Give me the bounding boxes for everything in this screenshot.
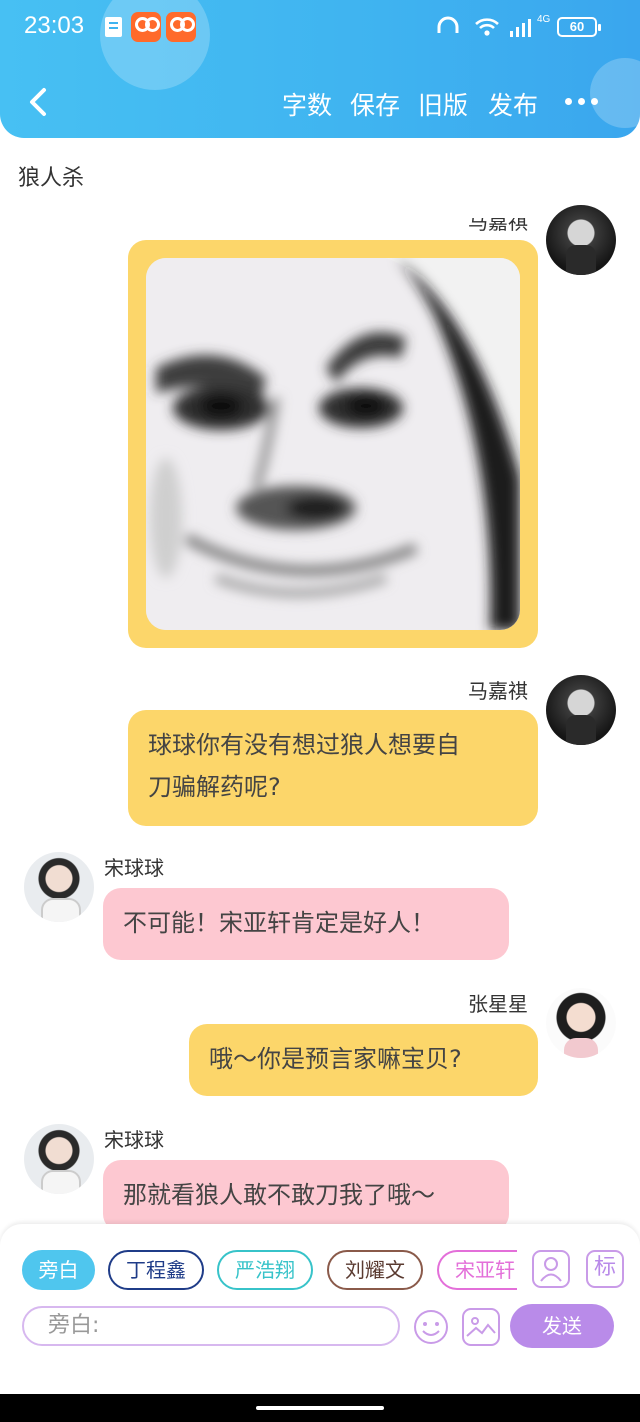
message-text: 哦～你是预言家嘛宝贝? xyxy=(209,1045,462,1073)
wifi-icon xyxy=(475,18,499,36)
speaker-name: 宋球球 xyxy=(104,1128,164,1152)
avatar[interactable] xyxy=(546,205,616,275)
image-icon[interactable] xyxy=(462,1308,500,1346)
page-title: 狼人杀 xyxy=(18,166,85,191)
home-indicator[interactable] xyxy=(256,1406,384,1410)
avatar[interactable] xyxy=(24,852,94,922)
character-chip[interactable]: 严浩翔 xyxy=(217,1250,313,1290)
avatar[interactable] xyxy=(24,1124,94,1194)
chat-bubble[interactable]: 不可能！宋亚轩肯定是好人！ xyxy=(103,888,509,960)
meme-image[interactable] xyxy=(146,258,520,630)
old-version-button[interactable]: 旧版 xyxy=(418,86,468,122)
chat-bubble[interactable]: 哦～你是预言家嘛宝贝? xyxy=(189,1024,538,1096)
headset-icon xyxy=(437,16,459,33)
chat-bubble[interactable]: 那就看狼人敢不敢刀我了哦～ xyxy=(103,1160,509,1232)
notes-icon xyxy=(105,17,122,37)
message-input[interactable]: 旁白: xyxy=(22,1306,400,1346)
back-chevron-icon[interactable] xyxy=(18,82,58,122)
network-type: 4G xyxy=(537,14,551,25)
avatar[interactable] xyxy=(546,988,616,1058)
composer-panel: 旁白 丁程鑫 严浩翔 刘耀文 宋亚轩 标 旁白: 发送 xyxy=(0,1224,640,1394)
send-button[interactable]: 发送 xyxy=(510,1304,614,1348)
status-bar: 23:03 4G 60 xyxy=(0,0,640,56)
kuaishou-app-icon xyxy=(131,12,161,42)
message-text-line: 球球你有没有想过狼人想要自 xyxy=(148,731,460,759)
message-text: 不可能！宋亚轩肯定是好人！ xyxy=(123,909,435,937)
character-chip[interactable]: 刘耀文 xyxy=(327,1250,423,1290)
kuaishou-app-icon xyxy=(166,12,196,42)
more-icon[interactable] xyxy=(562,86,602,116)
nav-bar: 字数 保存 旧版 发布 xyxy=(0,74,640,134)
speaker-name: 张星星 xyxy=(468,992,528,1016)
person-icon[interactable] xyxy=(532,1250,570,1288)
system-nav-bar xyxy=(0,1394,640,1422)
character-chip[interactable]: 丁程鑫 xyxy=(108,1250,204,1290)
speaker-name: 马嘉祺 xyxy=(468,210,528,234)
character-chip[interactable]: 宋亚轩 xyxy=(437,1250,517,1290)
mark-button[interactable]: 标 xyxy=(586,1250,624,1288)
message-text: 那就看狼人敢不敢刀我了哦～ xyxy=(123,1181,435,1209)
signal-icon xyxy=(510,19,531,37)
message-text-line: 刀骗解药呢? xyxy=(148,773,281,801)
publish-button[interactable]: 发布 xyxy=(488,86,538,122)
avatar[interactable] xyxy=(546,675,616,745)
emoji-icon[interactable] xyxy=(412,1308,450,1346)
image-message[interactable] xyxy=(128,240,538,648)
save-button[interactable]: 保存 xyxy=(350,86,400,122)
speaker-name: 马嘉祺 xyxy=(468,679,528,703)
chat-bubble[interactable]: 球球你有没有想过狼人想要自 刀骗解药呢? xyxy=(128,710,538,826)
word-count-button[interactable]: 字数 xyxy=(282,86,332,122)
speaker-name: 宋球球 xyxy=(104,856,164,880)
status-time: 23:03 xyxy=(24,12,85,39)
battery-indicator: 60 xyxy=(557,17,601,37)
character-chip-narrator[interactable]: 旁白 xyxy=(22,1250,95,1290)
app-header: 23:03 4G 60 字数 保存 旧版 发布 xyxy=(0,0,640,138)
